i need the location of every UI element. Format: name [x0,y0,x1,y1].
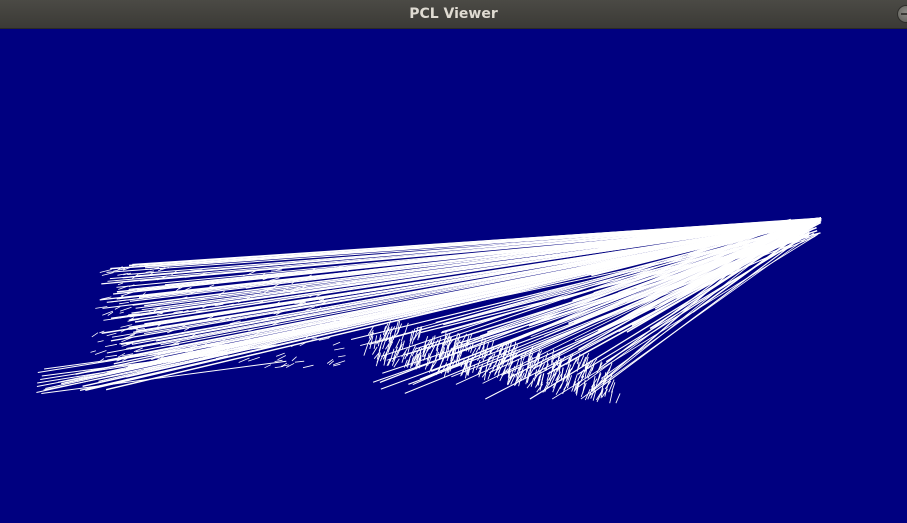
normal-line [401,340,405,350]
normal-line [338,355,346,358]
normal-line [117,282,124,286]
normal-line [404,322,409,335]
normal-line [275,352,285,357]
normal-line [91,332,99,338]
normal-line [105,354,118,358]
point-cloud-render [36,217,822,404]
normal-line [274,359,283,362]
normal-line [332,341,341,346]
normal-line [334,347,345,351]
normal-line [536,383,543,393]
normal-line [311,337,317,340]
normal-line [363,343,369,356]
normal-line [105,343,117,347]
normal-line [281,364,289,367]
normal-line [119,311,124,314]
normal-line [504,343,510,356]
render-viewport[interactable] [0,29,907,523]
normal-line [392,328,397,340]
normal-line [157,312,163,315]
normal-line [274,366,284,368]
normal-line [615,393,621,404]
normal-line [499,369,506,382]
title-bar[interactable]: PCL Viewer [0,0,907,29]
normal-line [326,358,334,364]
normal-line [294,360,305,363]
normal-line [580,382,587,398]
normal-line [94,350,107,355]
window-title: PCL Viewer [409,6,498,22]
normal-line [97,340,104,343]
normal-line [238,357,250,363]
normal-line [277,355,286,361]
normal-line [609,390,613,404]
normal-line [248,356,260,362]
normal-line [90,350,97,353]
normal-line [372,346,378,355]
normal-line [119,302,129,305]
normal-line [302,364,314,369]
pcl-viewer-window: PCL Viewer [0,0,907,523]
normal-line [43,351,237,391]
normal-line [264,364,272,369]
normal-line [438,358,444,372]
normal-line [106,332,117,337]
normal-line [120,306,132,312]
normal-line [291,356,297,362]
normals-lines [36,217,822,404]
normal-line [101,272,114,276]
